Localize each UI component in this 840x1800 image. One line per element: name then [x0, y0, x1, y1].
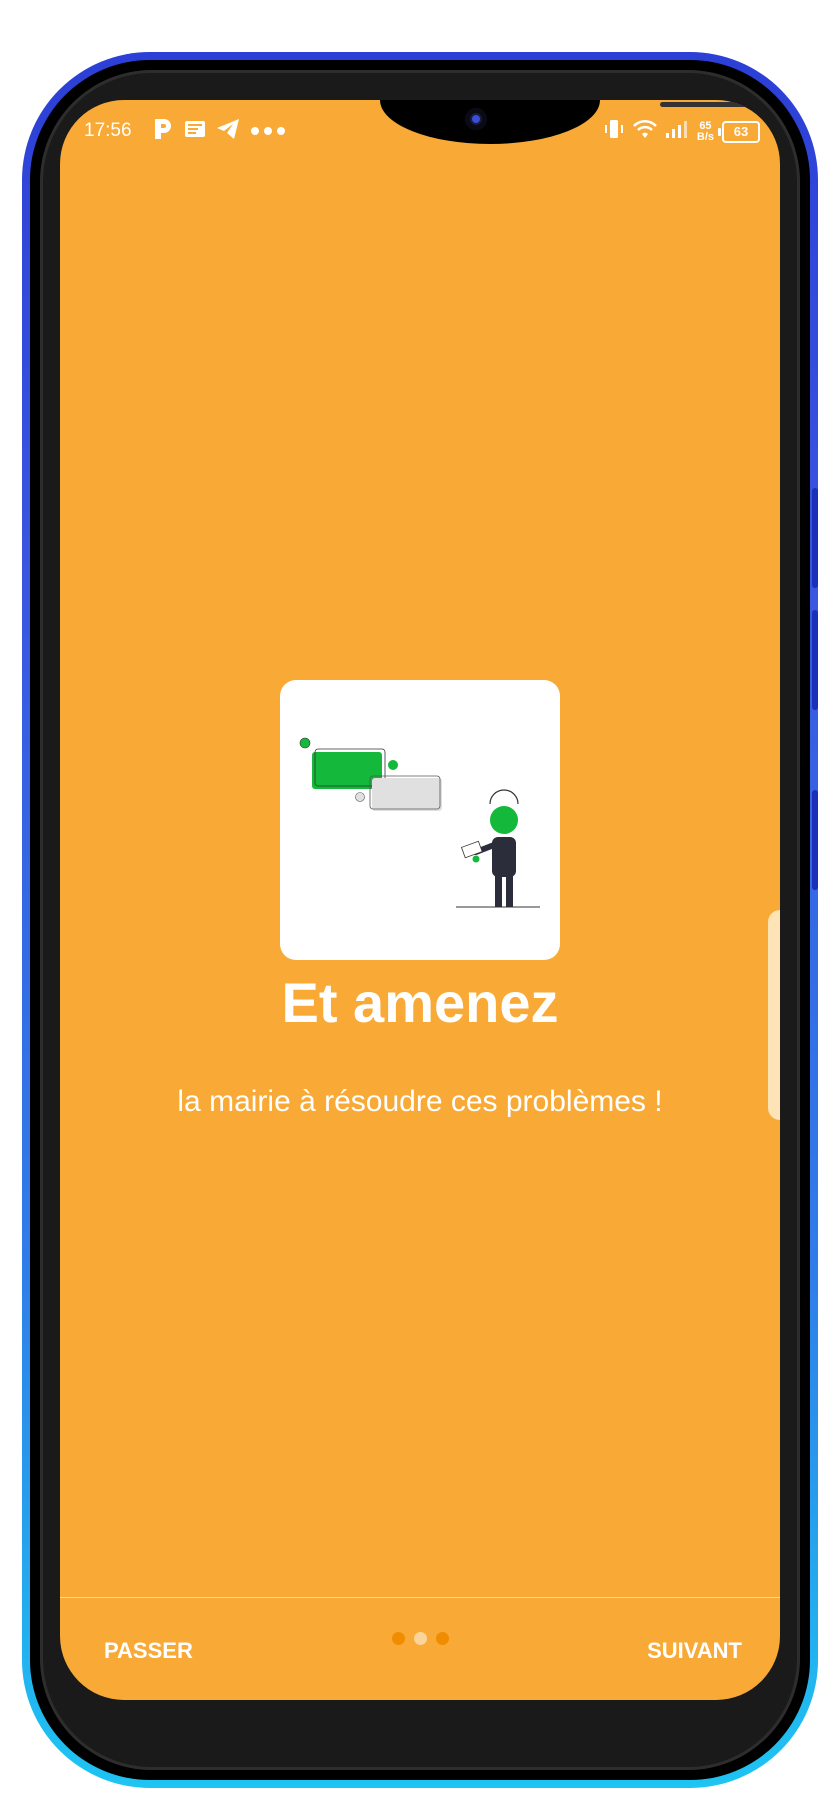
network-speed-unit: B/s	[696, 130, 714, 143]
network-speed: 65 B/s	[696, 119, 714, 143]
volume-up-button	[812, 488, 818, 588]
edge-panel-handle[interactable]	[768, 910, 780, 1120]
camera-notch	[380, 100, 780, 144]
network-speed-value: 65	[699, 119, 712, 132]
wifi-icon	[632, 119, 657, 144]
page-dot-2-active	[414, 1632, 427, 1645]
page-dot-3	[436, 1632, 449, 1645]
battery-indicator: 63	[718, 120, 760, 143]
onboarding-title: Et amenez	[281, 971, 559, 1034]
signal-icon	[665, 119, 689, 144]
phone-mockup: 17:56 65 B/s 63 Et amenez la mairie à ré…	[0, 0, 840, 1800]
illustration-card	[280, 680, 560, 960]
onboarding-subtitle: la mairie à résoudre ces problèmes !	[177, 1085, 663, 1118]
status-notification-icons	[152, 117, 286, 146]
news-icon	[184, 119, 206, 144]
telegram-icon	[216, 118, 240, 145]
status-time: 17:56	[84, 120, 132, 141]
front-camera	[465, 108, 487, 130]
page-indicator	[392, 1632, 449, 1645]
p-app-icon	[152, 117, 174, 146]
more-dots-icon	[250, 123, 286, 141]
vibrate-icon	[603, 118, 625, 145]
footer-divider	[60, 1597, 780, 1598]
status-system-icons: 65 B/s 63	[603, 118, 760, 145]
person-with-chat-bubbles-illustration	[299, 737, 540, 908]
app-screen: 17:56 65 B/s 63 Et amenez la mairie à ré…	[60, 100, 780, 1700]
earpiece	[660, 102, 780, 107]
volume-down-button	[812, 610, 818, 710]
next-button[interactable]: SUIVANT	[647, 1638, 742, 1664]
power-button	[812, 790, 818, 890]
skip-button[interactable]: PASSER	[104, 1638, 193, 1664]
page-dot-1	[392, 1632, 405, 1645]
